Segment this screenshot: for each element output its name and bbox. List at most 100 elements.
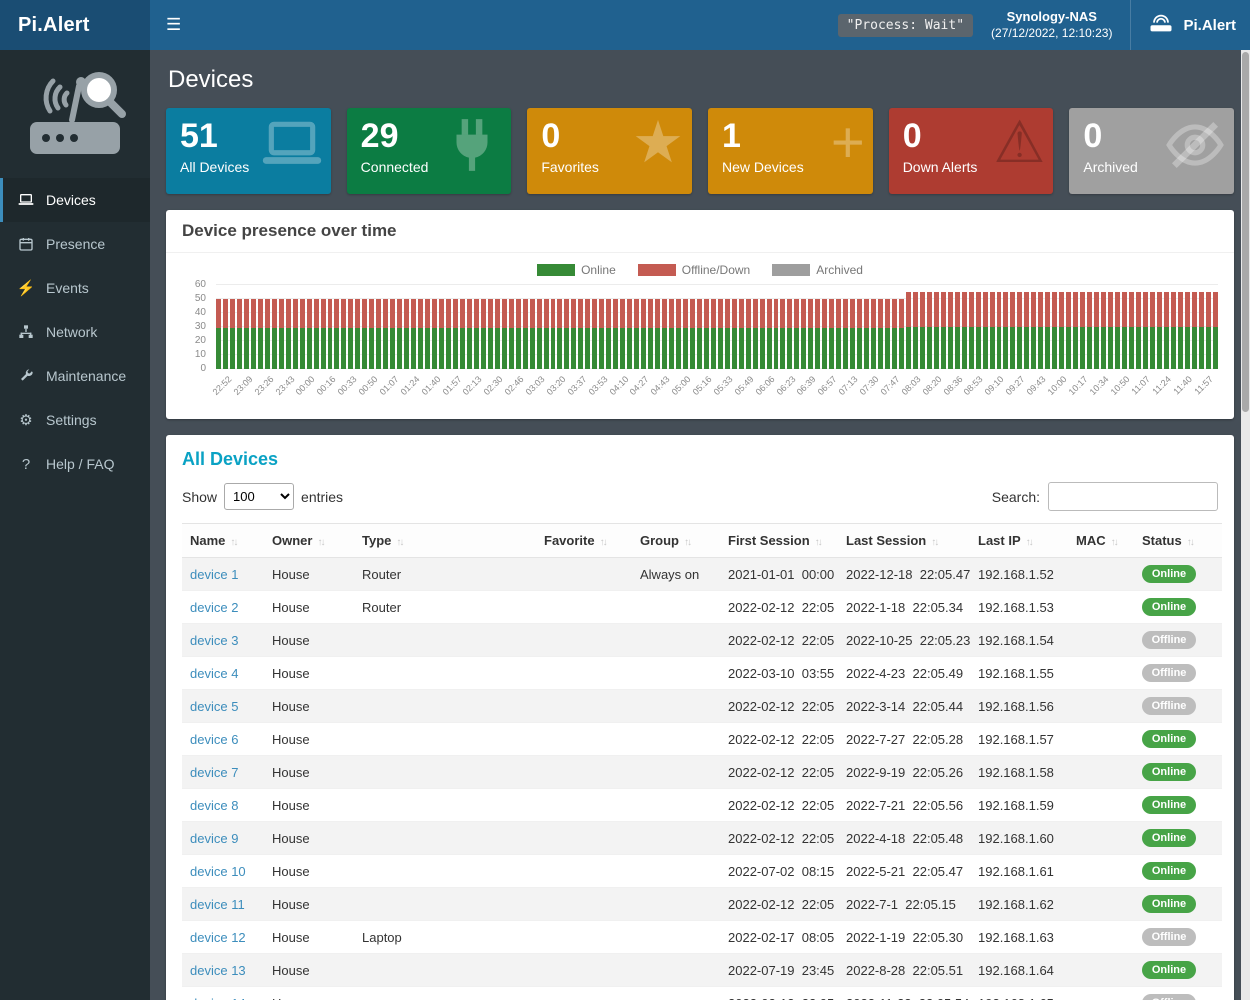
- cell-last_session: 2022-8-28 22:05.51: [838, 954, 970, 987]
- chart-bar: [899, 299, 904, 369]
- cell-type: [354, 756, 536, 789]
- sidebar-item-network[interactable]: Network: [0, 310, 150, 354]
- column-header-group[interactable]: Group↑↓: [632, 524, 720, 558]
- device-link[interactable]: device 5: [190, 699, 238, 714]
- cell-favorite: [536, 624, 632, 657]
- cell-last_ip: 192.168.1.65: [970, 987, 1068, 1000]
- column-header-status[interactable]: Status ↑↓: [1134, 524, 1222, 558]
- chart-bar: [341, 299, 346, 369]
- cell-owner: House: [264, 756, 354, 789]
- device-link[interactable]: device 3: [190, 633, 238, 648]
- cell-last_ip: 192.168.1.64: [970, 954, 1068, 987]
- chart-bar: [223, 299, 228, 369]
- status-badge: Online: [1142, 598, 1196, 616]
- navbar-brand-right[interactable]: Pi.Alert: [1130, 0, 1236, 50]
- sort-icon: ↑↓: [1187, 537, 1193, 548]
- chart-bar: [432, 299, 437, 369]
- presence-chart: OnlineOffline/DownArchived 0102030405060…: [166, 253, 1234, 419]
- stat-card-connected[interactable]: 29Connected: [347, 108, 512, 194]
- chart-bar: [1024, 292, 1029, 369]
- device-row: device 9House2022-02-12 22:052022-4-18 2…: [182, 822, 1222, 855]
- cell-last_ip: 192.168.1.62: [970, 888, 1068, 921]
- chart-bar: [1185, 292, 1190, 369]
- column-label: Status: [1142, 533, 1182, 548]
- device-row: device 1HouseRouterAlways on2021-01-01 0…: [182, 558, 1222, 591]
- column-header-last-session[interactable]: Last Session↑↓: [838, 524, 970, 558]
- chart-bar: [1094, 292, 1099, 369]
- column-header-type[interactable]: Type↑↓: [354, 524, 536, 558]
- chart-bar: [481, 299, 486, 369]
- column-header-first-session[interactable]: First Session↑↓: [720, 524, 838, 558]
- scrollbar-thumb[interactable]: [1242, 52, 1249, 412]
- stat-card-all-devices[interactable]: 51All Devices: [166, 108, 331, 194]
- chart-bar: [279, 299, 284, 369]
- device-link[interactable]: device 2: [190, 600, 238, 615]
- cell-favorite: [536, 690, 632, 723]
- device-link[interactable]: device 7: [190, 765, 238, 780]
- cell-last_ip: 192.168.1.60: [970, 822, 1068, 855]
- stat-card-new-devices[interactable]: +1New Devices: [708, 108, 873, 194]
- sidebar-item-maintenance[interactable]: Maintenance: [0, 354, 150, 398]
- column-header-name[interactable]: Name↑↓: [182, 524, 264, 558]
- chart-bar: [753, 299, 758, 369]
- device-link[interactable]: device 8: [190, 798, 238, 813]
- sidebar-item-settings[interactable]: ⚙Settings: [0, 398, 150, 442]
- device-link[interactable]: device 14: [190, 996, 246, 1000]
- device-row: device 11House2022-02-12 22:052022-7-1 2…: [182, 888, 1222, 921]
- device-link[interactable]: device 13: [190, 963, 246, 978]
- device-link[interactable]: device 10: [190, 864, 246, 879]
- device-link[interactable]: device 11: [190, 897, 245, 912]
- cell-first_session: 2022-02-12 22:05: [720, 723, 838, 756]
- column-header-favorite[interactable]: Favorite↑↓: [536, 524, 632, 558]
- cell-last_ip: 192.168.1.56: [970, 690, 1068, 723]
- cell-first_session: 2022-02-12 22:05: [720, 822, 838, 855]
- chart-bar: [334, 299, 339, 369]
- chart-bar: [969, 292, 974, 369]
- page-length-select[interactable]: 100: [224, 483, 294, 510]
- chart-bar: [230, 299, 235, 369]
- chart-bar: [704, 299, 709, 369]
- hamburger-icon[interactable]: ☰: [166, 15, 181, 35]
- sidebar-item-devices[interactable]: Devices: [0, 178, 150, 222]
- chart-bar: [251, 299, 256, 369]
- column-header-last-ip[interactable]: Last IP↑↓: [970, 524, 1068, 558]
- device-row: device 2HouseRouter2022-02-12 22:052022-…: [182, 591, 1222, 624]
- stat-card-down-alerts[interactable]: ⚠0Down Alerts: [889, 108, 1054, 194]
- cell-owner: House: [264, 591, 354, 624]
- stat-card-archived[interactable]: 0Archived: [1069, 108, 1234, 194]
- sidebar-item-presence[interactable]: Presence: [0, 222, 150, 266]
- chart-bar: [439, 299, 444, 369]
- cell-mac: [1068, 558, 1134, 591]
- device-link[interactable]: device 6: [190, 732, 238, 747]
- column-header-mac[interactable]: MAC↑↓: [1068, 524, 1134, 558]
- stat-card-favorites[interactable]: ★0Favorites: [527, 108, 692, 194]
- chart-plot-area: 0102030405060: [216, 285, 1218, 369]
- legend-item: Archived: [772, 263, 863, 277]
- chart-bar: [990, 292, 995, 369]
- cell-type: [354, 690, 536, 723]
- brand-logo[interactable]: Pi.Alert: [0, 0, 150, 50]
- chart-bar: [1115, 292, 1120, 369]
- cell-favorite: [536, 921, 632, 954]
- chart-bar: [1045, 292, 1050, 369]
- cell-last_ip: 192.168.1.59: [970, 789, 1068, 822]
- chart-bar: [732, 299, 737, 369]
- device-link[interactable]: device 4: [190, 666, 238, 681]
- column-header-owner[interactable]: Owner↑↓: [264, 524, 354, 558]
- scrollbar[interactable]: [1241, 50, 1250, 1000]
- sidebar-item-events[interactable]: ⚡Events: [0, 266, 150, 310]
- chart-bar: [544, 299, 549, 369]
- cell-type: [354, 822, 536, 855]
- device-link[interactable]: device 12: [190, 930, 246, 945]
- device-link[interactable]: device 9: [190, 831, 238, 846]
- cell-last_ip: 192.168.1.61: [970, 855, 1068, 888]
- status-badge: Offline: [1142, 697, 1196, 715]
- sidebar-item-help-faq[interactable]: ?Help / FAQ: [0, 442, 150, 486]
- chart-bar: [1164, 292, 1169, 369]
- wrench-icon: [17, 368, 35, 384]
- status-badge: Offline: [1142, 664, 1196, 682]
- device-link[interactable]: device 1: [190, 567, 238, 582]
- column-label: Favorite: [544, 533, 595, 548]
- search-input[interactable]: [1048, 482, 1218, 511]
- cell-first_session: 2022-07-19 23:45: [720, 954, 838, 987]
